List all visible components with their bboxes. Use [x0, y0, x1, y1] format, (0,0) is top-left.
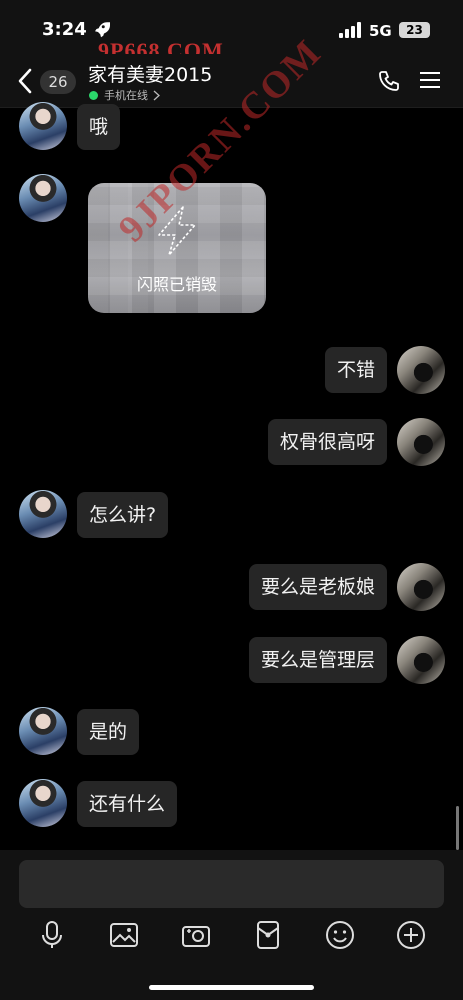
image-icon[interactable]: [109, 920, 139, 950]
plus-icon[interactable]: [396, 920, 426, 950]
message-bubble-incoming[interactable]: 怎么讲?: [77, 492, 169, 538]
phone-call-icon[interactable]: [377, 69, 401, 93]
contact-avatar[interactable]: [19, 102, 67, 150]
my-avatar[interactable]: [397, 346, 445, 394]
battery-indicator: 23: [399, 22, 430, 38]
camera-icon[interactable]: [181, 920, 211, 950]
menu-icon[interactable]: [420, 71, 440, 89]
status-time: 3:24: [42, 19, 87, 40]
message-input[interactable]: [19, 860, 444, 908]
presence-status[interactable]: 手机在线: [89, 87, 160, 103]
emoji-icon[interactable]: [325, 920, 355, 950]
contact-avatar[interactable]: [19, 707, 67, 755]
microphone-icon[interactable]: [37, 920, 67, 950]
network-type: 5G: [369, 22, 392, 40]
status-bar: 3:24 9P668.COM 5G 23: [0, 0, 463, 63]
presence-label: 手机在线: [104, 89, 148, 102]
chevron-right-icon: [153, 90, 160, 100]
back-arrow-icon[interactable]: [16, 68, 34, 94]
input-panel: [0, 850, 463, 1000]
message-bubble-outgoing[interactable]: 要么是老板娘: [248, 564, 387, 610]
my-avatar[interactable]: [397, 563, 445, 611]
message-bubble-outgoing[interactable]: 要么是管理层: [248, 637, 387, 683]
unread-count-badge[interactable]: 26: [40, 70, 76, 94]
red-packet-icon[interactable]: [253, 920, 283, 950]
message-bubble-incoming[interactable]: 哦: [77, 104, 121, 150]
online-dot-icon: [89, 90, 98, 100]
message-bubble-outgoing[interactable]: 不错: [324, 347, 387, 393]
home-indicator[interactable]: [149, 985, 314, 990]
contact-avatar[interactable]: [19, 779, 67, 827]
rocket-icon: [95, 22, 110, 38]
scrollbar[interactable]: [456, 806, 459, 850]
contact-avatar[interactable]: [19, 490, 67, 538]
message-bubble-outgoing[interactable]: 权骨很高呀: [267, 419, 387, 465]
flash-photo-status: 闪照已销毁: [136, 275, 217, 294]
message-bubble-incoming[interactable]: 是的: [77, 709, 140, 755]
contact-avatar[interactable]: [19, 174, 67, 222]
chat-title[interactable]: 家有美妻2015: [88, 60, 212, 87]
my-avatar[interactable]: [397, 636, 445, 684]
my-avatar[interactable]: [397, 418, 445, 466]
message-bubble-incoming[interactable]: 还有什么: [77, 781, 178, 827]
signal-icon: [339, 22, 361, 38]
